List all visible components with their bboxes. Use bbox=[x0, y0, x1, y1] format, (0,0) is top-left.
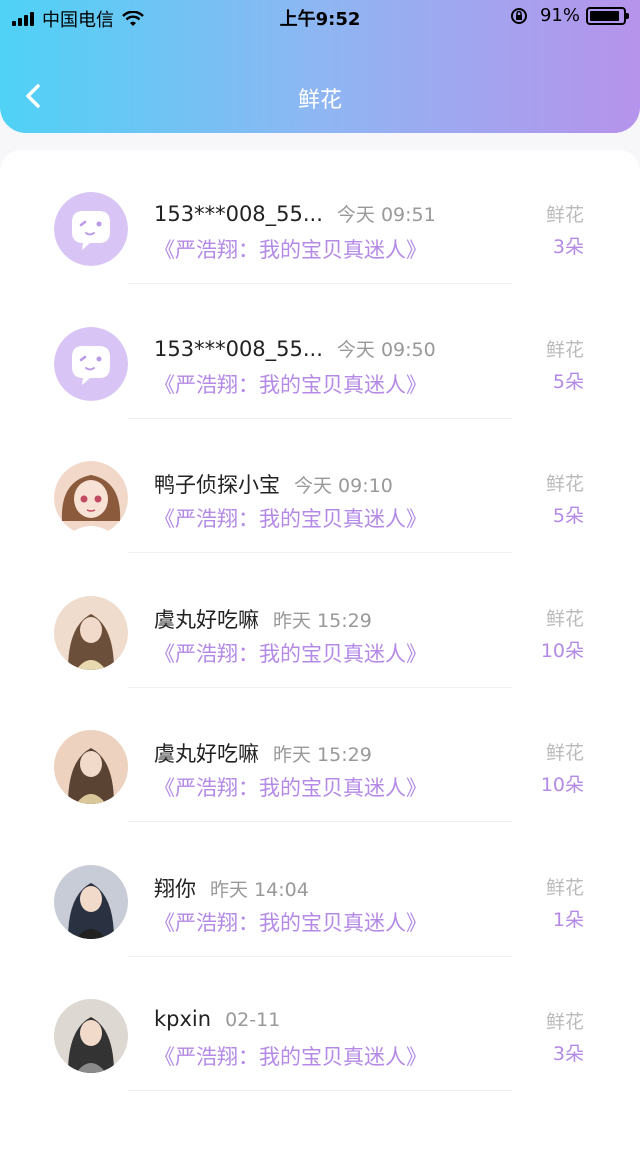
timestamp: 今天 09:51 bbox=[336, 204, 436, 226]
gift-type: 鲜花 bbox=[545, 338, 584, 361]
list-item[interactable]: 153***008_55... 今天 09:51 《严浩翔：我的宝贝真迷人》 鲜花 3朵 bbox=[0, 150, 640, 284]
status-right: 91% bbox=[510, 5, 629, 26]
timestamp: 今天 09:10 bbox=[294, 475, 393, 497]
gift-count: 10朵 bbox=[540, 639, 584, 662]
work-title-link[interactable]: 《严浩翔：我的宝贝真迷人》 bbox=[154, 369, 427, 399]
gift-count: 5朵 bbox=[552, 370, 584, 393]
user-name-text: kpxin bbox=[154, 1007, 212, 1031]
gift-count: 5朵 bbox=[552, 505, 584, 527]
user-name: 鸭子侦探小宝 今天 09:10 bbox=[154, 469, 393, 499]
work-title-link[interactable]: 《严浩翔：我的宝贝真迷人》 bbox=[154, 503, 427, 533]
work-title-link[interactable]: 《严浩翔：我的宝贝真迷人》 bbox=[154, 772, 427, 802]
rotation-lock-icon bbox=[510, 7, 527, 24]
timestamp: 昨天 14:04 bbox=[210, 878, 309, 901]
list-item[interactable]: 153***008_55... 今天 09:50 《严浩翔：我的宝贝真迷人》 鲜花 5朵 bbox=[0, 285, 640, 419]
gift-count: 3朵 bbox=[552, 1043, 584, 1065]
user-name: 153***008_55... 今天 09:51 bbox=[154, 200, 436, 227]
user-name-text: 153***008_55... bbox=[154, 336, 323, 361]
gift-type: 鲜花 bbox=[545, 473, 584, 495]
photo-avatar[interactable] bbox=[54, 864, 128, 939]
photo-avatar[interactable] bbox=[54, 999, 128, 1073]
timestamp: 昨天 15:29 bbox=[273, 609, 372, 632]
user-name-text: 虞丸好吃嘛 bbox=[154, 742, 259, 766]
timestamp: 今天 09:50 bbox=[336, 338, 436, 361]
work-title-link[interactable]: 《严浩翔：我的宝贝真迷人》 bbox=[154, 234, 427, 264]
gift-count: 10朵 bbox=[540, 774, 584, 796]
list-item[interactable]: 虞丸好吃嘛 昨天 15:29 《严浩翔：我的宝贝真迷人》 鲜花 10朵 bbox=[0, 554, 640, 688]
user-name-text: 虞丸好吃嘛 bbox=[154, 607, 259, 632]
gift-type: 鲜花 bbox=[545, 742, 584, 764]
user-name: 翔你 昨天 14:04 bbox=[154, 873, 309, 903]
user-name-text: 153***008_55... bbox=[154, 202, 323, 226]
header-bar: 中国电信 上午9:52 91% 鲜花 bbox=[0, 0, 640, 133]
user-name: 虞丸好吃嘛 昨天 15:29 bbox=[154, 738, 372, 768]
list-item[interactable]: 鸭子侦探小宝 今天 09:10 《严浩翔：我的宝贝真迷人》 鲜花 5朵 bbox=[0, 419, 640, 553]
work-title-link[interactable]: 《严浩翔：我的宝贝真迷人》 bbox=[154, 638, 427, 668]
photo-avatar[interactable] bbox=[54, 595, 128, 670]
photo-avatar[interactable] bbox=[54, 730, 128, 804]
gift-type: 鲜花 bbox=[545, 1011, 584, 1033]
user-name: 153***008_55... 今天 09:50 bbox=[154, 335, 436, 362]
list-item[interactable]: 虞丸好吃嘛 昨天 15:29 《严浩翔：我的宝贝真迷人》 鲜花 10朵 bbox=[0, 688, 640, 822]
gift-type: 鲜花 bbox=[545, 607, 584, 630]
anime-girl-avatar[interactable] bbox=[54, 461, 128, 535]
page-title: 鲜花 bbox=[297, 88, 342, 113]
work-title-link[interactable]: 《严浩翔：我的宝贝真迷人》 bbox=[154, 1041, 427, 1071]
default-avatar[interactable] bbox=[54, 192, 128, 266]
timestamp: 昨天 15:29 bbox=[273, 744, 372, 766]
flower-list: 153***008_55... 今天 09:51 《严浩翔：我的宝贝真迷人》 鲜花 3朵… bbox=[0, 150, 640, 1150]
gift-count: 3朵 bbox=[552, 236, 584, 258]
user-name: kpxin 02-11 bbox=[154, 1007, 280, 1031]
status-bar: 中国电信 上午9:52 91% bbox=[0, 0, 640, 34]
gift-count: 1朵 bbox=[552, 908, 584, 931]
list-item[interactable]: kpxin 02-11 《严浩翔：我的宝贝真迷人》 鲜花 3朵 bbox=[0, 957, 640, 1091]
user-name-text: 翔你 bbox=[154, 876, 196, 901]
battery-percent: 91% bbox=[539, 5, 580, 26]
timestamp: 02-11 bbox=[225, 1009, 281, 1031]
divider bbox=[128, 1090, 512, 1091]
gift-type: 鲜花 bbox=[545, 204, 584, 226]
gift-type: 鲜花 bbox=[545, 876, 584, 899]
user-name: 虞丸好吃嘛 昨天 15:29 bbox=[154, 604, 372, 634]
user-name-text: 鸭子侦探小宝 bbox=[154, 473, 280, 497]
battery-icon bbox=[586, 6, 629, 25]
list-item[interactable]: 翔你 昨天 14:04 《严浩翔：我的宝贝真迷人》 鲜花 1朵 bbox=[0, 823, 640, 957]
work-title-link[interactable]: 《严浩翔：我的宝贝真迷人》 bbox=[154, 907, 427, 937]
default-avatar[interactable] bbox=[54, 326, 128, 401]
